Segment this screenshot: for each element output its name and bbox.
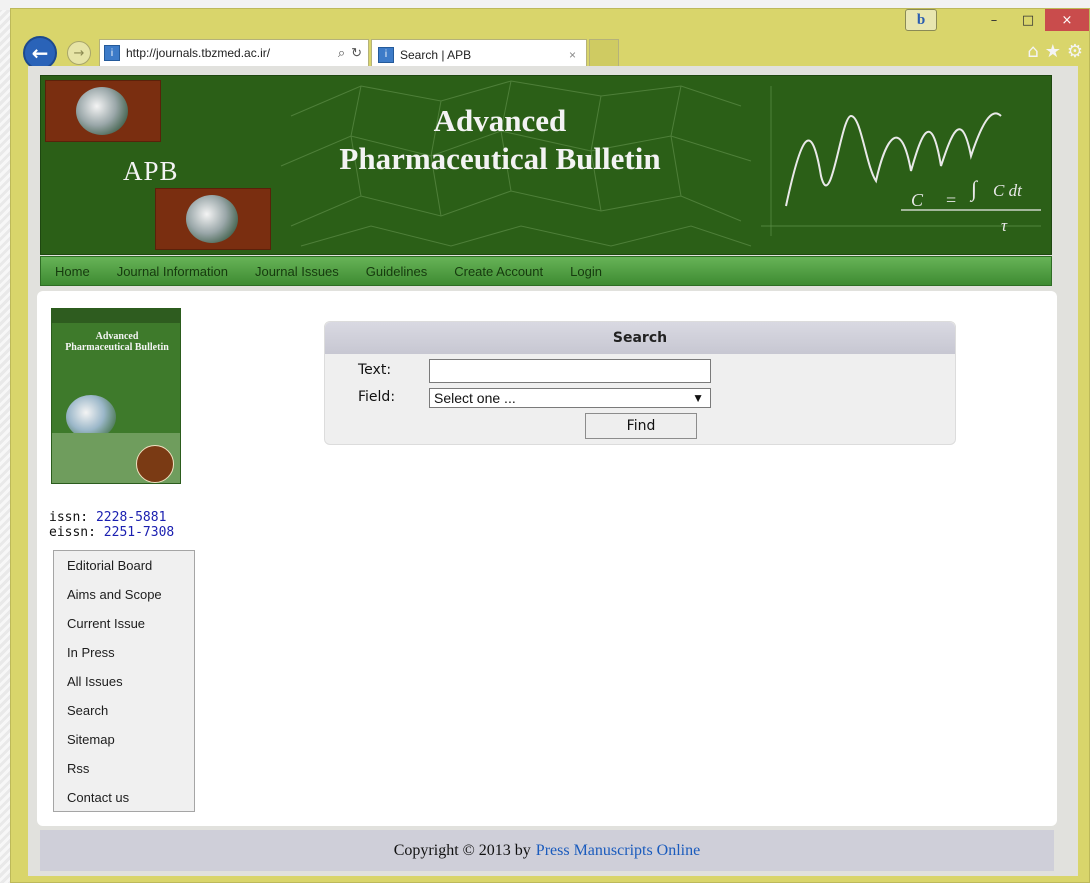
cover-header-strip <box>52 309 180 323</box>
main-menu: Home Journal Information Journal Issues … <box>40 256 1052 286</box>
search-icon[interactable]: ⌕ <box>338 45 345 61</box>
new-tab-button[interactable] <box>589 39 619 69</box>
issn-info: issn: 2228-5881 eissn: 2251-7308 <box>49 510 174 540</box>
refresh-icon[interactable]: ↻ <box>351 45 362 61</box>
svg-text:∫: ∫ <box>969 176 979 202</box>
svg-text:=: = <box>946 190 956 210</box>
cover-seal-icon <box>136 445 174 483</box>
browser-icons: ⌂ ★ ⚙ <box>1027 41 1083 62</box>
sidebar-item-aims-and-scope[interactable]: Aims and Scope <box>54 580 194 609</box>
search-panel: Search Text: Field: Select one ... ▼ Fin… <box>324 321 956 445</box>
eissn-label: eissn: <box>49 525 96 540</box>
back-button[interactable]: ← <box>23 36 57 70</box>
home-icon[interactable]: ⌂ <box>1027 41 1038 62</box>
banner-cell-image-bottom <box>155 188 271 250</box>
field-select-label: Field: <box>358 389 396 405</box>
sidebar-item-current-issue[interactable]: Current Issue <box>54 609 194 638</box>
tab-close-icon[interactable]: × <box>569 48 576 62</box>
sidebar-item-in-press[interactable]: In Press <box>54 638 194 667</box>
menu-item-home[interactable]: Home <box>55 264 90 279</box>
issn-row: issn: 2228-5881 <box>49 510 174 525</box>
banner-apb-label: APB <box>123 156 179 186</box>
journal-banner: C = ∫ C dt τ APB Advanced Pharmaceutical… <box>40 75 1052 255</box>
banner-title-line1: Advanced <box>433 103 567 138</box>
tools-gear-icon[interactable]: ⚙ <box>1067 41 1083 62</box>
sidebar-item-editorial-board[interactable]: Editorial Board <box>54 551 194 580</box>
press-manuscripts-link[interactable]: Press Manuscripts Online <box>536 842 700 860</box>
field-select[interactable]: Select one ... ▼ <box>429 388 711 408</box>
banner-title: Advanced Pharmaceutical Bulletin <box>305 102 695 178</box>
minimize-button[interactable]: – <box>977 9 1011 31</box>
menu-item-login[interactable]: Login <box>570 264 602 279</box>
eissn-value: 2251-7308 <box>103 525 175 540</box>
favorites-star-icon[interactable]: ★ <box>1045 41 1061 62</box>
side-navigation: Editorial Board Aims and Scope Current I… <box>53 550 195 812</box>
close-window-button[interactable]: × <box>1045 9 1089 31</box>
menu-item-create-account[interactable]: Create Account <box>454 264 543 279</box>
journal-cover-image[interactable]: Advanced Pharmaceutical Bulletin <box>51 308 181 484</box>
issn-value: 2228-5881 <box>95 510 167 525</box>
issn-label: issn: <box>49 510 89 525</box>
svg-text:C dt: C dt <box>993 181 1023 200</box>
favicon-icon: i <box>104 45 120 61</box>
menu-item-journal-issues[interactable]: Journal Issues <box>255 264 339 279</box>
maximize-button[interactable]: □ <box>1011 9 1045 31</box>
cover-title-line1: Advanced <box>95 331 139 342</box>
menu-item-journal-information[interactable]: Journal Information <box>117 264 228 279</box>
tab-favicon-icon: i <box>378 46 394 63</box>
cell-illustration-icon <box>186 195 238 243</box>
svg-text:C: C <box>911 190 924 210</box>
copyright-text: Copyright © 2013 by <box>393 841 531 859</box>
web-page: C = ∫ C dt τ APB Advanced Pharmaceutical… <box>28 66 1078 876</box>
field-select-value: Select one ... <box>434 390 516 406</box>
tab-search-apb[interactable]: i Search | APB × <box>371 39 587 69</box>
chevron-down-icon: ▼ <box>692 391 704 405</box>
tab-title: Search | APB <box>400 47 472 62</box>
cover-title: Advanced Pharmaceutical Bulletin <box>56 331 178 353</box>
svg-text:τ: τ <box>1001 216 1008 235</box>
find-button[interactable]: Find <box>585 413 697 439</box>
sidebar-item-sitemap[interactable]: Sitemap <box>54 725 194 754</box>
banner-title-line2: Pharmaceutical Bulletin <box>339 141 661 176</box>
menu-item-guidelines[interactable]: Guidelines <box>366 264 427 279</box>
page-footer: Copyright © 2013 by Press Manuscripts On… <box>40 830 1054 871</box>
main-content: Advanced Pharmaceutical Bulletin issn: 2… <box>37 291 1057 826</box>
sidebar-item-all-issues[interactable]: All Issues <box>54 667 194 696</box>
banner-cell-image-top <box>45 80 161 142</box>
search-text-input[interactable] <box>429 359 711 383</box>
address-bar[interactable]: i http://journals.tbzmed.ac.ir/ ⌕ ↻ <box>99 39 369 67</box>
bing-icon[interactable]: b <box>905 9 937 31</box>
address-tools: ⌕ ↻ <box>332 45 368 61</box>
forward-button[interactable]: → <box>67 41 91 65</box>
eissn-row: eissn: 2251-7308 <box>49 525 174 540</box>
cover-title-line2: Pharmaceutical Bulletin <box>65 342 169 353</box>
sidebar-item-contact-us[interactable]: Contact us <box>54 783 194 812</box>
search-panel-heading: Search <box>325 322 955 354</box>
text-field-label: Text: <box>358 362 392 378</box>
sidebar-item-rss[interactable]: Rss <box>54 754 194 783</box>
title-bar-controls: b – □ × <box>905 9 1089 37</box>
sidebar-item-search[interactable]: Search <box>54 696 194 725</box>
address-url[interactable]: http://journals.tbzmed.ac.ir/ <box>126 46 332 60</box>
cell-illustration-icon <box>76 87 128 135</box>
